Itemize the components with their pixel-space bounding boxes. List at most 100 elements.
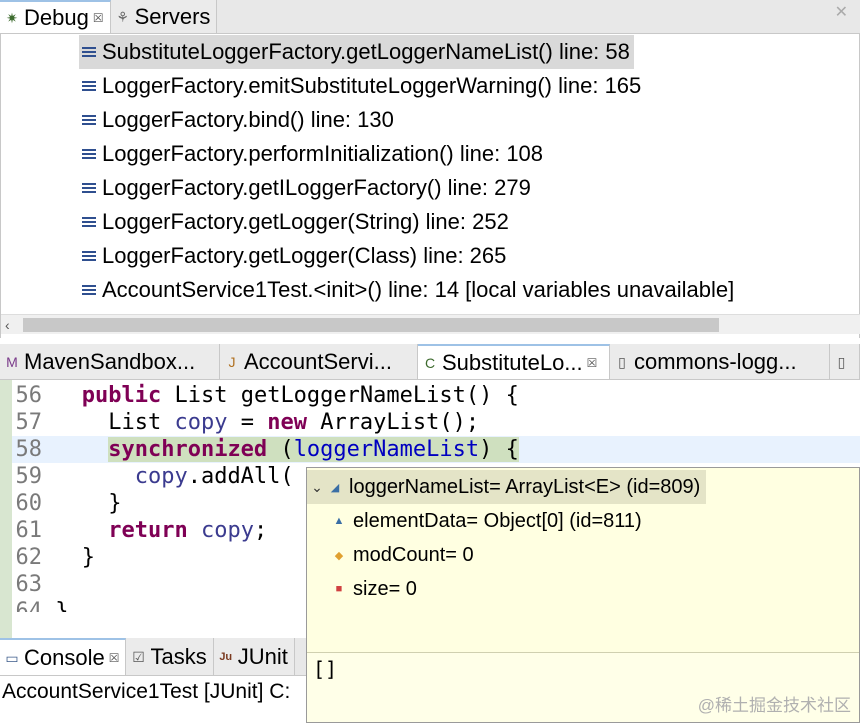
stack-frame-label: AccountService1Test.<init>() line: 14 [l…: [102, 277, 735, 302]
tab-substitutelogger[interactable]: C SubstituteLo... ☒: [418, 344, 610, 379]
close-icon[interactable]: ☒: [93, 11, 104, 25]
tab-label: AccountServi...: [244, 348, 392, 374]
console-output: AccountService1Test [JUnit] C:: [0, 676, 306, 723]
keyword: public: [81, 383, 162, 408]
stack-frame[interactable]: SubstituteLoggerFactory.getLoggerNameLis…: [79, 35, 634, 69]
tree-node-label: size= 0: [353, 577, 417, 600]
stack-frame[interactable]: LoggerFactory.getILoggerFactory() line: …: [79, 171, 535, 205]
line-number: 60: [15, 491, 43, 516]
tab-servers-label: Servers: [134, 3, 211, 29]
close-icon[interactable]: ☒: [587, 356, 598, 370]
line-number: 56: [15, 383, 43, 408]
tree-node-child[interactable]: ◆ modCount= 0: [331, 538, 474, 572]
keyword: synchronized: [108, 437, 268, 462]
tree-node-label: modCount= 0: [353, 543, 474, 566]
stack-frame[interactable]: LoggerFactory.performInitialization() li…: [79, 137, 547, 171]
variable-tree: ⌄ ◢ loggerNameList= ArrayList<E> (id=809…: [307, 468, 859, 648]
minimize-view-icon[interactable]: ✕: [835, 2, 848, 22]
file-icon: ▯: [837, 353, 846, 370]
code-text: List getLoggerNameList() {: [161, 383, 519, 408]
line-number: 58: [15, 437, 43, 462]
tree-node-root[interactable]: ⌄ ◢ loggerNameList= ArrayList<E> (id=809…: [307, 470, 707, 504]
debug-bug-icon: ✷: [6, 9, 18, 26]
line-number: 59: [15, 464, 43, 489]
detail-value: []: [313, 657, 338, 681]
tree-node-child[interactable]: ■ size= 0: [331, 572, 417, 606]
maven-file-icon: M: [6, 353, 18, 370]
stack-frame-icon: [82, 285, 96, 295]
field: loggerNameList: [293, 437, 480, 462]
tab-commons-logging[interactable]: ▯ commons-logg...: [610, 344, 830, 379]
tab-console-label: Console: [24, 644, 105, 670]
code-text: .addAll(: [187, 464, 294, 489]
stack-frame[interactable]: AccountService1Test.<init>() line: 14 [l…: [79, 273, 738, 307]
code-line: 57 List copy = new ArrayList();: [12, 409, 860, 436]
variable: copy: [134, 464, 188, 489]
stack-frame-icon: [82, 251, 96, 261]
tab-tasks[interactable]: ☑ Tasks: [126, 638, 214, 675]
code-text: ArrayList();: [306, 410, 480, 435]
tree-node-label: elementData= Object[0] (id=811): [353, 509, 642, 532]
private-field-icon: ■: [335, 583, 343, 595]
stack-frame-icon: [82, 149, 96, 159]
stack-frame-label: LoggerFactory.bind() line: 130: [102, 107, 394, 132]
stack-frame-icon: [82, 217, 96, 227]
tab-mavensandbox[interactable]: M MavenSandbox...: [0, 344, 220, 379]
stack-frame[interactable]: LoggerFactory.bind() line: 130: [79, 103, 398, 137]
keyword: return: [108, 518, 188, 543]
line-number: 57: [15, 410, 43, 435]
tab-label: SubstituteLo...: [442, 349, 583, 375]
code-line-current: 58 synchronized (loggerNameList) {: [12, 436, 860, 463]
stack-frame-icon: [82, 115, 96, 125]
tab-console[interactable]: ▭ Console ☒: [0, 638, 127, 675]
file-icon: ▯: [618, 353, 626, 370]
scrollbar-thumb[interactable]: [23, 318, 719, 332]
stack-frame-label: LoggerFactory.getLogger(Class) line: 265: [102, 243, 507, 268]
console-text: AccountService1Test [JUnit] C:: [2, 680, 291, 703]
console-icon: ▭: [5, 649, 19, 666]
code-text: (: [267, 437, 294, 462]
tree-node-label: loggerNameList= ArrayList<E> (id=809): [349, 475, 701, 498]
tab-junit[interactable]: Ju JUnit: [213, 638, 295, 675]
variable-inspect-popup[interactable]: ⌄ ◢ loggerNameList= ArrayList<E> (id=809…: [306, 467, 860, 723]
java-file-icon: J: [228, 353, 236, 370]
watermark: @稀土掘金技术社区: [697, 696, 851, 715]
tree-node-child[interactable]: ▲ elementData= Object[0] (id=811): [331, 504, 642, 538]
horizontal-scrollbar[interactable]: ‹: [1, 314, 860, 334]
code-text: ;: [253, 518, 268, 543]
tab-debug-label: Debug: [24, 4, 89, 30]
code-text: List: [108, 410, 175, 435]
stack-frame-label: LoggerFactory.getLogger(String) line: 25…: [102, 209, 509, 234]
tab-label: commons-logg...: [634, 348, 797, 374]
editor-ruler: [0, 380, 12, 638]
scroll-left-icon[interactable]: ‹: [5, 315, 10, 335]
code-line: 56 public List getLoggerNameList() {: [12, 382, 860, 409]
tab-overflow[interactable]: ▯: [830, 344, 860, 379]
stack-frame-label: LoggerFactory.performInitialization() li…: [102, 141, 544, 166]
tasks-icon: ☑: [132, 648, 145, 665]
keyword: new: [267, 410, 307, 435]
tab-debug[interactable]: ✷ Debug ☒: [0, 0, 111, 33]
tab-servers[interactable]: ⚘ Servers: [110, 0, 218, 33]
code-text: ) {: [479, 437, 519, 462]
stack-frame[interactable]: LoggerFactory.getLogger(String) line: 25…: [79, 205, 513, 239]
console-tab-strip: ▭ Console ☒ ☑ Tasks Ju JUnit: [0, 638, 306, 676]
tab-accountservice[interactable]: J AccountServi...: [220, 344, 418, 379]
line-number: 61: [15, 518, 43, 543]
code-text: }: [108, 491, 122, 516]
field-icon: ◢: [330, 481, 340, 494]
line-number: 63: [15, 572, 43, 597]
close-icon[interactable]: ☒: [109, 651, 120, 665]
junit-icon: Ju: [219, 650, 233, 663]
stack-frame[interactable]: LoggerFactory.getLogger(Class) line: 265: [79, 239, 510, 273]
tab-tasks-label: Tasks: [150, 643, 207, 669]
stack-frame-icon: [82, 183, 96, 193]
stack-frame-label: LoggerFactory.emitSubstituteLoggerWarnin…: [102, 73, 642, 98]
tab-label: MavenSandbox...: [24, 348, 196, 374]
variable: copy: [174, 410, 228, 435]
chevron-down-icon[interactable]: ⌄: [307, 479, 327, 496]
line-number: 62: [15, 545, 43, 570]
stack-frame[interactable]: LoggerFactory.emitSubstituteLoggerWarnin…: [79, 69, 645, 103]
stack-frame-label: LoggerFactory.getILoggerFactory() line: …: [102, 175, 531, 200]
code-text: }: [55, 599, 69, 612]
